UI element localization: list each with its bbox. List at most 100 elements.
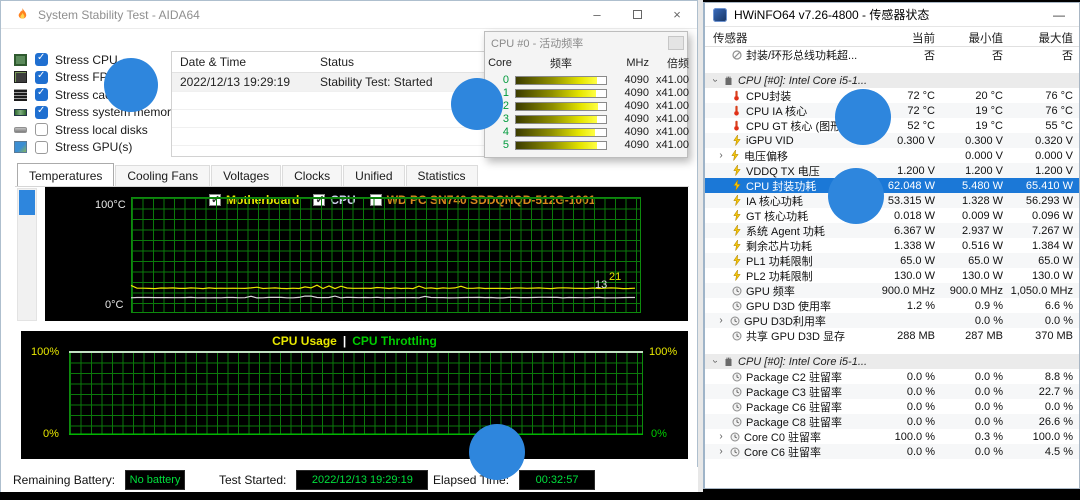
sensor-row[interactable]: GPU 频率900.0 MHz900.0 MHz1,050.0 MHz bbox=[705, 283, 1079, 298]
sensor-row[interactable]: 系统 Agent 功耗6.367 W2.937 W7.267 W bbox=[705, 223, 1079, 238]
event-log-row[interactable]: 2022/12/13 19:29:19Stability Test: Start… bbox=[172, 73, 490, 91]
sensor-row[interactable]: CPU封装72 °C20 °C76 °C bbox=[705, 88, 1079, 103]
maximum-value: 否 bbox=[1003, 47, 1073, 63]
ytick-right-bottom: 0% bbox=[651, 428, 667, 440]
sensor-table-header: 传感器 当前 最小值 最大值 bbox=[705, 27, 1079, 47]
chevron-right-icon[interactable]: › bbox=[717, 150, 725, 161]
sensor-label-cell: GPU 频率 bbox=[705, 283, 865, 299]
chevron-right-icon[interactable]: › bbox=[717, 315, 725, 326]
touch-indicator bbox=[469, 424, 525, 480]
sensor-row[interactable]: GT 核心功耗0.018 W0.009 W0.096 W bbox=[705, 208, 1079, 223]
checkbox-unchecked[interactable] bbox=[35, 123, 48, 136]
sensor-label: Core C6 驻留率 bbox=[744, 444, 821, 460]
stress-option-label: Stress CPU bbox=[55, 53, 118, 67]
close-button[interactable]: × bbox=[657, 1, 697, 29]
sensor-label: iGPU VID bbox=[746, 135, 794, 147]
sensor-row[interactable]: ›Core C6 驻留率0.0 %0.0 %4.5 % bbox=[705, 444, 1079, 459]
maximum-value: 1.384 W bbox=[1003, 240, 1073, 252]
sensor-group-row[interactable]: ›CPU [#0]: Intel Core i5-1... bbox=[705, 354, 1079, 369]
sensor-row[interactable]: 剩余芯片功耗1.338 W0.516 W1.384 W bbox=[705, 238, 1079, 253]
maximum-value: 100.0 % bbox=[1003, 431, 1073, 443]
usage-chart-title: CPU Usage|CPU Throttling bbox=[21, 334, 688, 348]
sensor-label: IA 核心功耗 bbox=[746, 193, 803, 209]
ytick-left-top: 100% bbox=[31, 346, 59, 358]
chevron-right-icon[interactable]: › bbox=[717, 446, 725, 457]
event-log-header: Date & Time Status bbox=[172, 52, 490, 73]
cpu-chip-icon bbox=[14, 54, 27, 66]
checkbox-checked[interactable] bbox=[35, 53, 48, 66]
frequency-bar bbox=[515, 76, 607, 85]
sensor-row[interactable]: CPU 封装功耗62.048 W5.480 W65.410 W bbox=[705, 178, 1079, 193]
sensor-row[interactable]: IA 核心功耗53.315 W1.328 W56.293 W bbox=[705, 193, 1079, 208]
minimum-value: 19 °C bbox=[935, 120, 1003, 132]
maximize-button[interactable] bbox=[617, 1, 657, 29]
checkbox-checked[interactable] bbox=[35, 71, 48, 84]
sensor-row[interactable]: Package C6 驻留率0.0 %0.0 %0.0 % bbox=[705, 399, 1079, 414]
chevron-down-icon[interactable]: › bbox=[710, 77, 721, 85]
sensor-row[interactable]: ›电压偏移0.000 V0.000 V bbox=[705, 148, 1079, 163]
checkbox-checked[interactable] bbox=[35, 106, 48, 119]
chevron-down-icon[interactable]: › bbox=[710, 358, 721, 366]
touch-indicator bbox=[104, 58, 158, 112]
sensor-label: Package C8 驻留率 bbox=[746, 414, 842, 430]
sensor-row[interactable]: Package C2 驻留率0.0 %0.0 %8.8 % bbox=[705, 369, 1079, 384]
sensor-row[interactable]: CPU GT 核心 (图形)52 °C19 °C55 °C bbox=[705, 118, 1079, 133]
sensor-row[interactable]: Package C3 驻留率0.0 %0.0 %22.7 % bbox=[705, 384, 1079, 399]
checkbox-unchecked[interactable] bbox=[35, 141, 48, 154]
core-number: 5 bbox=[487, 139, 513, 151]
cache-chip-icon bbox=[14, 89, 27, 101]
sensor-row[interactable]: Package C8 驻留率0.0 %0.0 %26.6 % bbox=[705, 414, 1079, 429]
maximum-value: 0.0 % bbox=[1003, 315, 1073, 327]
checkbox-checked[interactable] bbox=[35, 88, 48, 101]
sensor-group-gap bbox=[705, 343, 1079, 354]
clock-icon bbox=[731, 331, 742, 341]
sensor-row[interactable]: PL1 功耗限制65.0 W65.0 W65.0 W bbox=[705, 253, 1079, 268]
event-log-table: Date & Time Status 2022/12/13 19:29:19St… bbox=[171, 51, 491, 157]
temperature-chart: MotherboardCPUWD PC SN740 SDDQNQD-512G-1… bbox=[45, 187, 688, 321]
chip-icon bbox=[723, 357, 734, 367]
graph-vertical-scrollbar[interactable] bbox=[17, 188, 37, 321]
maximize-icon bbox=[633, 10, 642, 19]
thermometer-icon bbox=[731, 90, 742, 101]
tab-temperatures[interactable]: Temperatures bbox=[17, 163, 114, 187]
current-value: 65.0 W bbox=[865, 255, 935, 267]
status-bar: Remaining Battery:No batteryTest Started… bbox=[1, 467, 699, 493]
stress-option-row: Stress GPU(s) bbox=[14, 139, 177, 156]
minimum-value: 5.480 W bbox=[935, 180, 1003, 192]
memory-icon bbox=[14, 109, 27, 116]
sensor-row[interactable]: 封装/环形总线功耗超...否否否 bbox=[705, 47, 1079, 62]
sensor-row[interactable]: ›GPU D3D利用率0.0 %0.0 % bbox=[705, 313, 1079, 328]
sensor-row[interactable]: 共享 GPU D3D 显存288 MB287 MB370 MB bbox=[705, 328, 1079, 343]
maximum-value: 6.6 % bbox=[1003, 300, 1073, 312]
minimize-button[interactable]: – bbox=[577, 1, 617, 29]
minimum-value: 0.0 % bbox=[935, 446, 1003, 458]
clock-icon bbox=[731, 372, 742, 382]
sensor-label-cell: ›电压偏移 bbox=[705, 148, 865, 164]
mhz-value: 4090 bbox=[609, 126, 649, 138]
sensor-group-row[interactable]: ›CPU [#0]: Intel Core i5-1... bbox=[705, 73, 1079, 88]
chart-line bbox=[131, 285, 635, 288]
popup-table-header: Core 频率 MHz 倍频 bbox=[485, 52, 687, 73]
sensor-row[interactable]: ›Core C0 驻留率100.0 %0.3 %100.0 % bbox=[705, 429, 1079, 444]
maximum-value: 1.200 V bbox=[1003, 165, 1073, 177]
popup-spinner-button[interactable] bbox=[668, 36, 684, 50]
sensor-label: GPU D3D 使用率 bbox=[746, 298, 831, 314]
hwinfo-title: HWiNFO64 v7.26-4800 - 传感器状态 bbox=[734, 6, 929, 23]
minimum-value: 19 °C bbox=[935, 105, 1003, 117]
maximum-value: 76 °C bbox=[1003, 90, 1073, 102]
sensor-row[interactable]: CPU IA 核心72 °C19 °C76 °C bbox=[705, 103, 1079, 118]
sensor-row[interactable]: VDDQ TX 电压1.200 V1.200 V1.200 V bbox=[705, 163, 1079, 178]
sensor-row[interactable]: iGPU VID0.300 V0.300 V0.320 V bbox=[705, 133, 1079, 148]
scrollbar-thumb[interactable] bbox=[19, 190, 35, 215]
minimum-value: 否 bbox=[935, 47, 1003, 63]
sensor-row[interactable]: PL2 功耗限制130.0 W130.0 W130.0 W bbox=[705, 268, 1079, 283]
hwinfo-minimize-button[interactable]: — bbox=[1053, 8, 1071, 22]
clock-icon bbox=[729, 447, 740, 457]
column-ratio: 倍频 bbox=[649, 53, 689, 73]
sensor-label-cell: 系统 Agent 功耗 bbox=[705, 223, 865, 239]
sensor-label: GPU 频率 bbox=[746, 283, 795, 299]
chevron-right-icon[interactable]: › bbox=[717, 431, 725, 442]
sensor-row[interactable]: GPU D3D 使用率1.2 %0.9 %6.6 % bbox=[705, 298, 1079, 313]
mhz-value: 4090 bbox=[609, 87, 649, 99]
clock-icon bbox=[731, 402, 742, 412]
